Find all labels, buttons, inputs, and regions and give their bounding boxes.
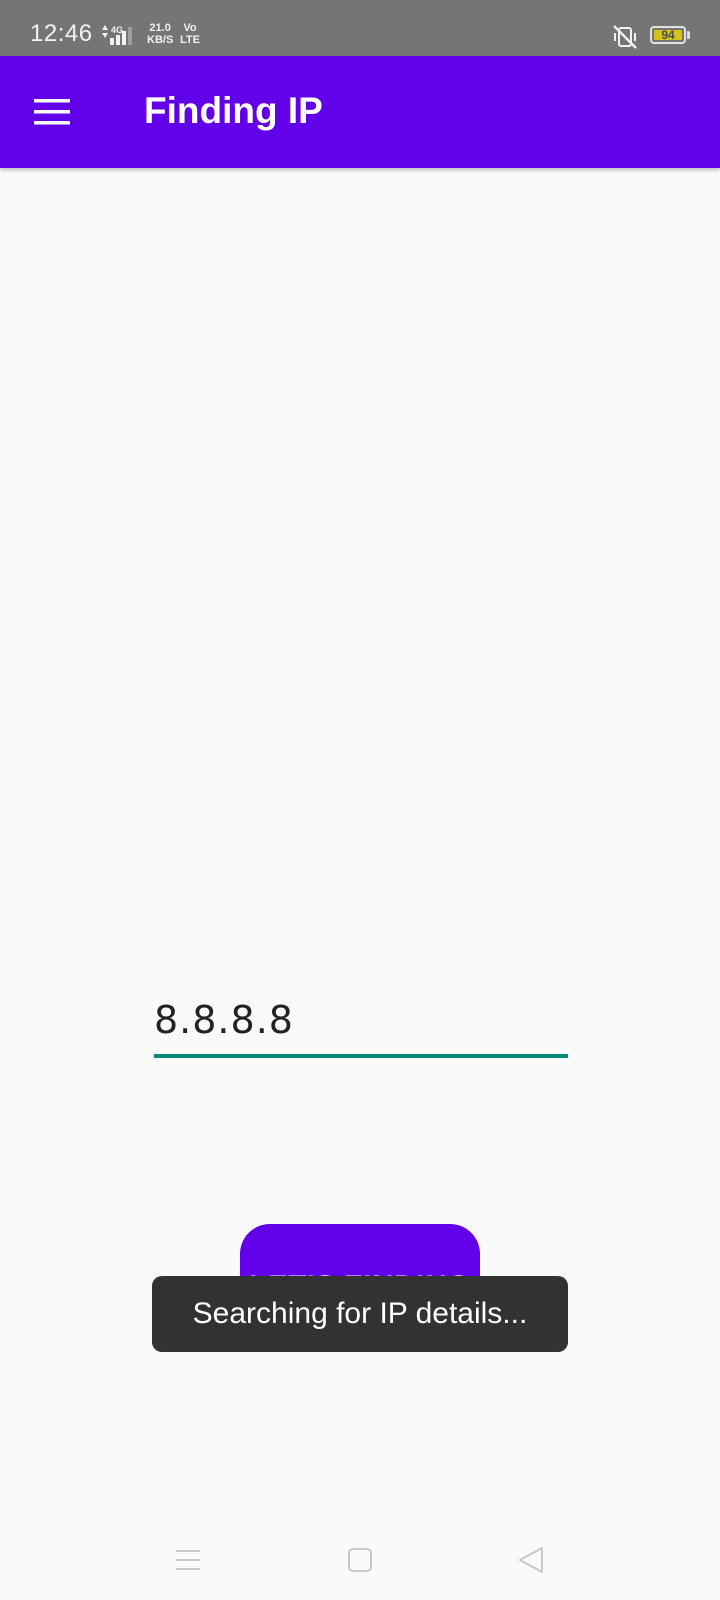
signal-icon: 4G xyxy=(100,24,140,53)
navigation-bar xyxy=(0,1520,720,1600)
net-speed: 21.0 KB/S xyxy=(147,22,173,46)
volte-top: Vo xyxy=(183,22,197,34)
back-icon xyxy=(519,1547,543,1573)
ip-input-container xyxy=(154,990,568,1058)
menu-button[interactable] xyxy=(22,82,82,142)
home-icon xyxy=(348,1548,372,1572)
status-time: 12:46 xyxy=(30,20,93,47)
battery-level: 94 xyxy=(661,28,675,42)
back-button[interactable] xyxy=(512,1540,552,1580)
battery-icon: 94 xyxy=(650,26,686,44)
hamburger-menu-icon xyxy=(34,99,70,125)
home-button[interactable] xyxy=(340,1540,380,1580)
mute-icon xyxy=(612,24,638,55)
ip-address-input[interactable] xyxy=(154,990,568,1050)
ip-input-underline xyxy=(154,1054,568,1058)
app-title: Finding IP xyxy=(144,90,323,131)
battery-tip xyxy=(687,31,690,39)
toast-message: Searching for IP details... xyxy=(152,1276,568,1352)
status-bar: 12:46 4G 21.0 KB/S Vo LTE 94 xyxy=(0,0,720,56)
toast-text: Searching for IP details... xyxy=(192,1297,528,1330)
network-type-label: 4G xyxy=(111,25,123,35)
volte-indicator: Vo LTE xyxy=(180,22,200,46)
app-bar: Finding IP xyxy=(0,56,720,168)
recent-apps-button[interactable] xyxy=(168,1540,208,1580)
net-speed-value: 21.0 xyxy=(149,22,171,34)
volte-bottom: LTE xyxy=(180,34,200,46)
recent-apps-icon xyxy=(176,1550,200,1570)
net-speed-unit: KB/S xyxy=(147,34,174,46)
